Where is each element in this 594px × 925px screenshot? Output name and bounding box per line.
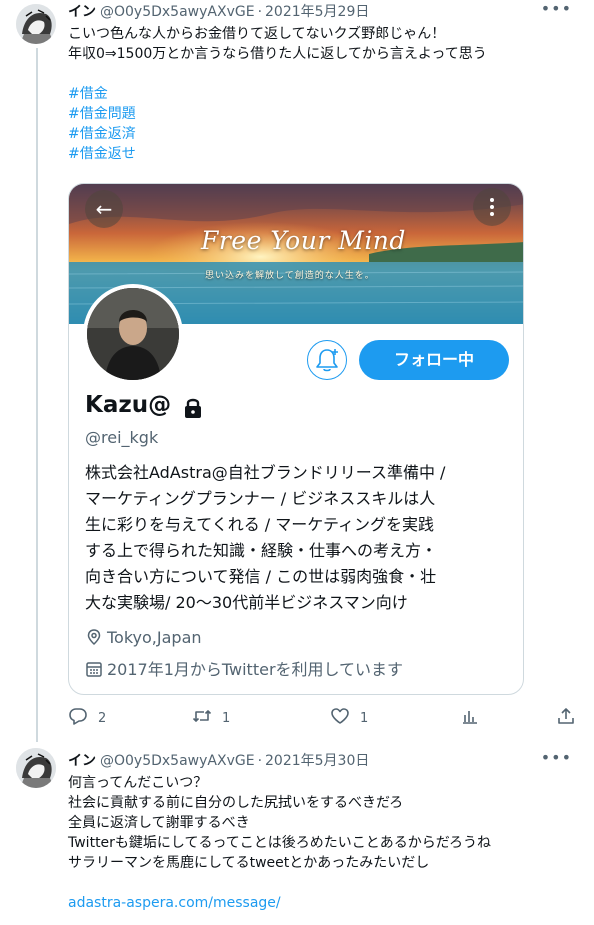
- avatar[interactable]: [16, 4, 56, 44]
- reply-icon: [69, 708, 87, 725]
- like-count: 1: [360, 711, 369, 726]
- profile-bio: 株式会社AdAstra@自社ブランドリリース準備中 / マーケティングプランナー…: [85, 460, 515, 616]
- more-icon[interactable]: •••: [541, 748, 572, 767]
- following-button[interactable]: フォロー中: [359, 340, 509, 380]
- bio-line: 向き合い方について発信 / この世は弱肉強食・壮: [85, 567, 437, 586]
- profile-avatar[interactable]: [83, 284, 183, 384]
- analytics-icon: [463, 711, 477, 724]
- separator: ·: [257, 753, 263, 769]
- tweet-text: 何言ってんだこいつ？ 社会に貢献する前に自分のした尻拭いをするべきだろ 全員に返…: [68, 773, 574, 913]
- tweet-text-line: Twitterも鍵垢にしてるってことは後ろめたいことあるからだろうね: [68, 835, 491, 851]
- tweet-text-line: 何言ってんだこいつ？: [68, 775, 208, 791]
- heart-icon: [331, 708, 349, 724]
- tweet-header: イン @O0y5Dx5awyAXvGE · 2021年5月30日 •••: [68, 748, 582, 772]
- retweet-icon: [192, 710, 212, 722]
- lock-icon: [182, 396, 204, 420]
- calendar-icon: [86, 662, 102, 677]
- tweet-header: イン @O0y5Dx5awyAXvGE · 2021年5月29日 •••: [68, 0, 582, 23]
- tweet-actions: 2 1 1: [68, 706, 578, 728]
- retweet-count: 1: [222, 711, 231, 726]
- profile-location: Tokyo,Japan: [85, 628, 202, 647]
- author-name[interactable]: イン: [68, 753, 96, 769]
- tweet-text-line: 全員に返済して謝罪するべき: [68, 815, 250, 831]
- tweet-text: こいつ色んな人からお金借りて返してないクズ野郎じゃん！ 年収0⇒1500万とか言…: [68, 24, 574, 164]
- tweet-text-line: こいつ色んな人からお金借りて返してないクズ野郎じゃん！: [68, 26, 446, 42]
- retweet-button[interactable]: 1: [192, 706, 230, 728]
- banner-title: Free Your Mind: [201, 226, 406, 255]
- more-icon[interactable]: •••: [541, 0, 572, 18]
- separator: ·: [257, 4, 263, 20]
- avatar[interactable]: [16, 748, 56, 788]
- menu-dots-icon[interactable]: [473, 188, 511, 226]
- tweet[interactable]: イン @O0y5Dx5awyAXvGE · 2021年5月30日 ••• 何言ってんだ…: [0, 742, 594, 925]
- like-button[interactable]: 1: [330, 706, 368, 728]
- bio-line: 株式会社AdAstra@自社ブランドリリース準備中 /: [85, 463, 446, 482]
- external-link[interactable]: adastra-aspera.com/message/: [68, 893, 574, 913]
- tweet-text-line: 年収0⇒1500万とか言うなら借りた人に返してから言えよって思う: [68, 46, 487, 62]
- hashtag-link[interactable]: #借金問題: [68, 104, 574, 124]
- location-pin-icon: [87, 629, 101, 646]
- profile-card[interactable]: Free Your Mind 思い込みを解放して創造的な人生を。 ← フォロー中…: [68, 183, 524, 695]
- location-text: Tokyo,Japan: [107, 628, 202, 647]
- reply-button[interactable]: 2: [68, 706, 106, 728]
- banner-subtitle: 思い込みを解放して創造的な人生を。: [205, 271, 375, 281]
- back-arrow-icon[interactable]: ←: [85, 190, 123, 228]
- author-handle[interactable]: @O0y5Dx5awyAXvGE: [100, 4, 255, 20]
- author-handle[interactable]: @O0y5Dx5awyAXvGE: [100, 753, 255, 769]
- bio-line: する上で得られた知識・経験・仕事への考え方・: [85, 541, 438, 560]
- tweet[interactable]: イン @O0y5Dx5awyAXvGE · 2021年5月29日 ••• こいつ色んな…: [0, 0, 594, 740]
- hashtag-link[interactable]: #借金: [68, 84, 574, 104]
- profile-name[interactable]: Kazu@: [85, 392, 171, 418]
- share-button[interactable]: [556, 706, 586, 728]
- tweet-text-line: サラリーマンを馬鹿にしてるtweetとかあったみたいだし: [68, 855, 430, 871]
- tweet-date[interactable]: 2021年5月30日: [265, 753, 369, 769]
- analytics-button[interactable]: [460, 706, 490, 728]
- bio-line: 大な実験場/ 20〜30代前半ビジネスマン向け: [85, 593, 408, 612]
- tweet-text-line: 社会に貢献する前に自分のした尻拭いをするべきだろ: [68, 795, 404, 811]
- bio-line: 生に彩りを与えてくれる / マーケティングを実践: [85, 515, 435, 534]
- bio-line: マーケティングプランナー / ビジネススキルは人: [85, 489, 436, 508]
- reply-count: 2: [98, 711, 107, 726]
- author-name[interactable]: イン: [68, 4, 96, 20]
- share-icon: [558, 708, 574, 724]
- hashtag-link[interactable]: #借金返せ: [68, 144, 574, 164]
- joined-text: 2017年1月からTwitterを利用しています: [107, 660, 404, 679]
- hashtag-link[interactable]: #借金返済: [68, 124, 574, 144]
- tweet-date[interactable]: 2021年5月29日: [265, 4, 369, 20]
- notification-bell-icon[interactable]: [307, 340, 347, 380]
- profile-handle[interactable]: @rei_kgk: [85, 428, 158, 447]
- profile-joined-date: 2017年1月からTwitterを利用しています: [85, 656, 403, 680]
